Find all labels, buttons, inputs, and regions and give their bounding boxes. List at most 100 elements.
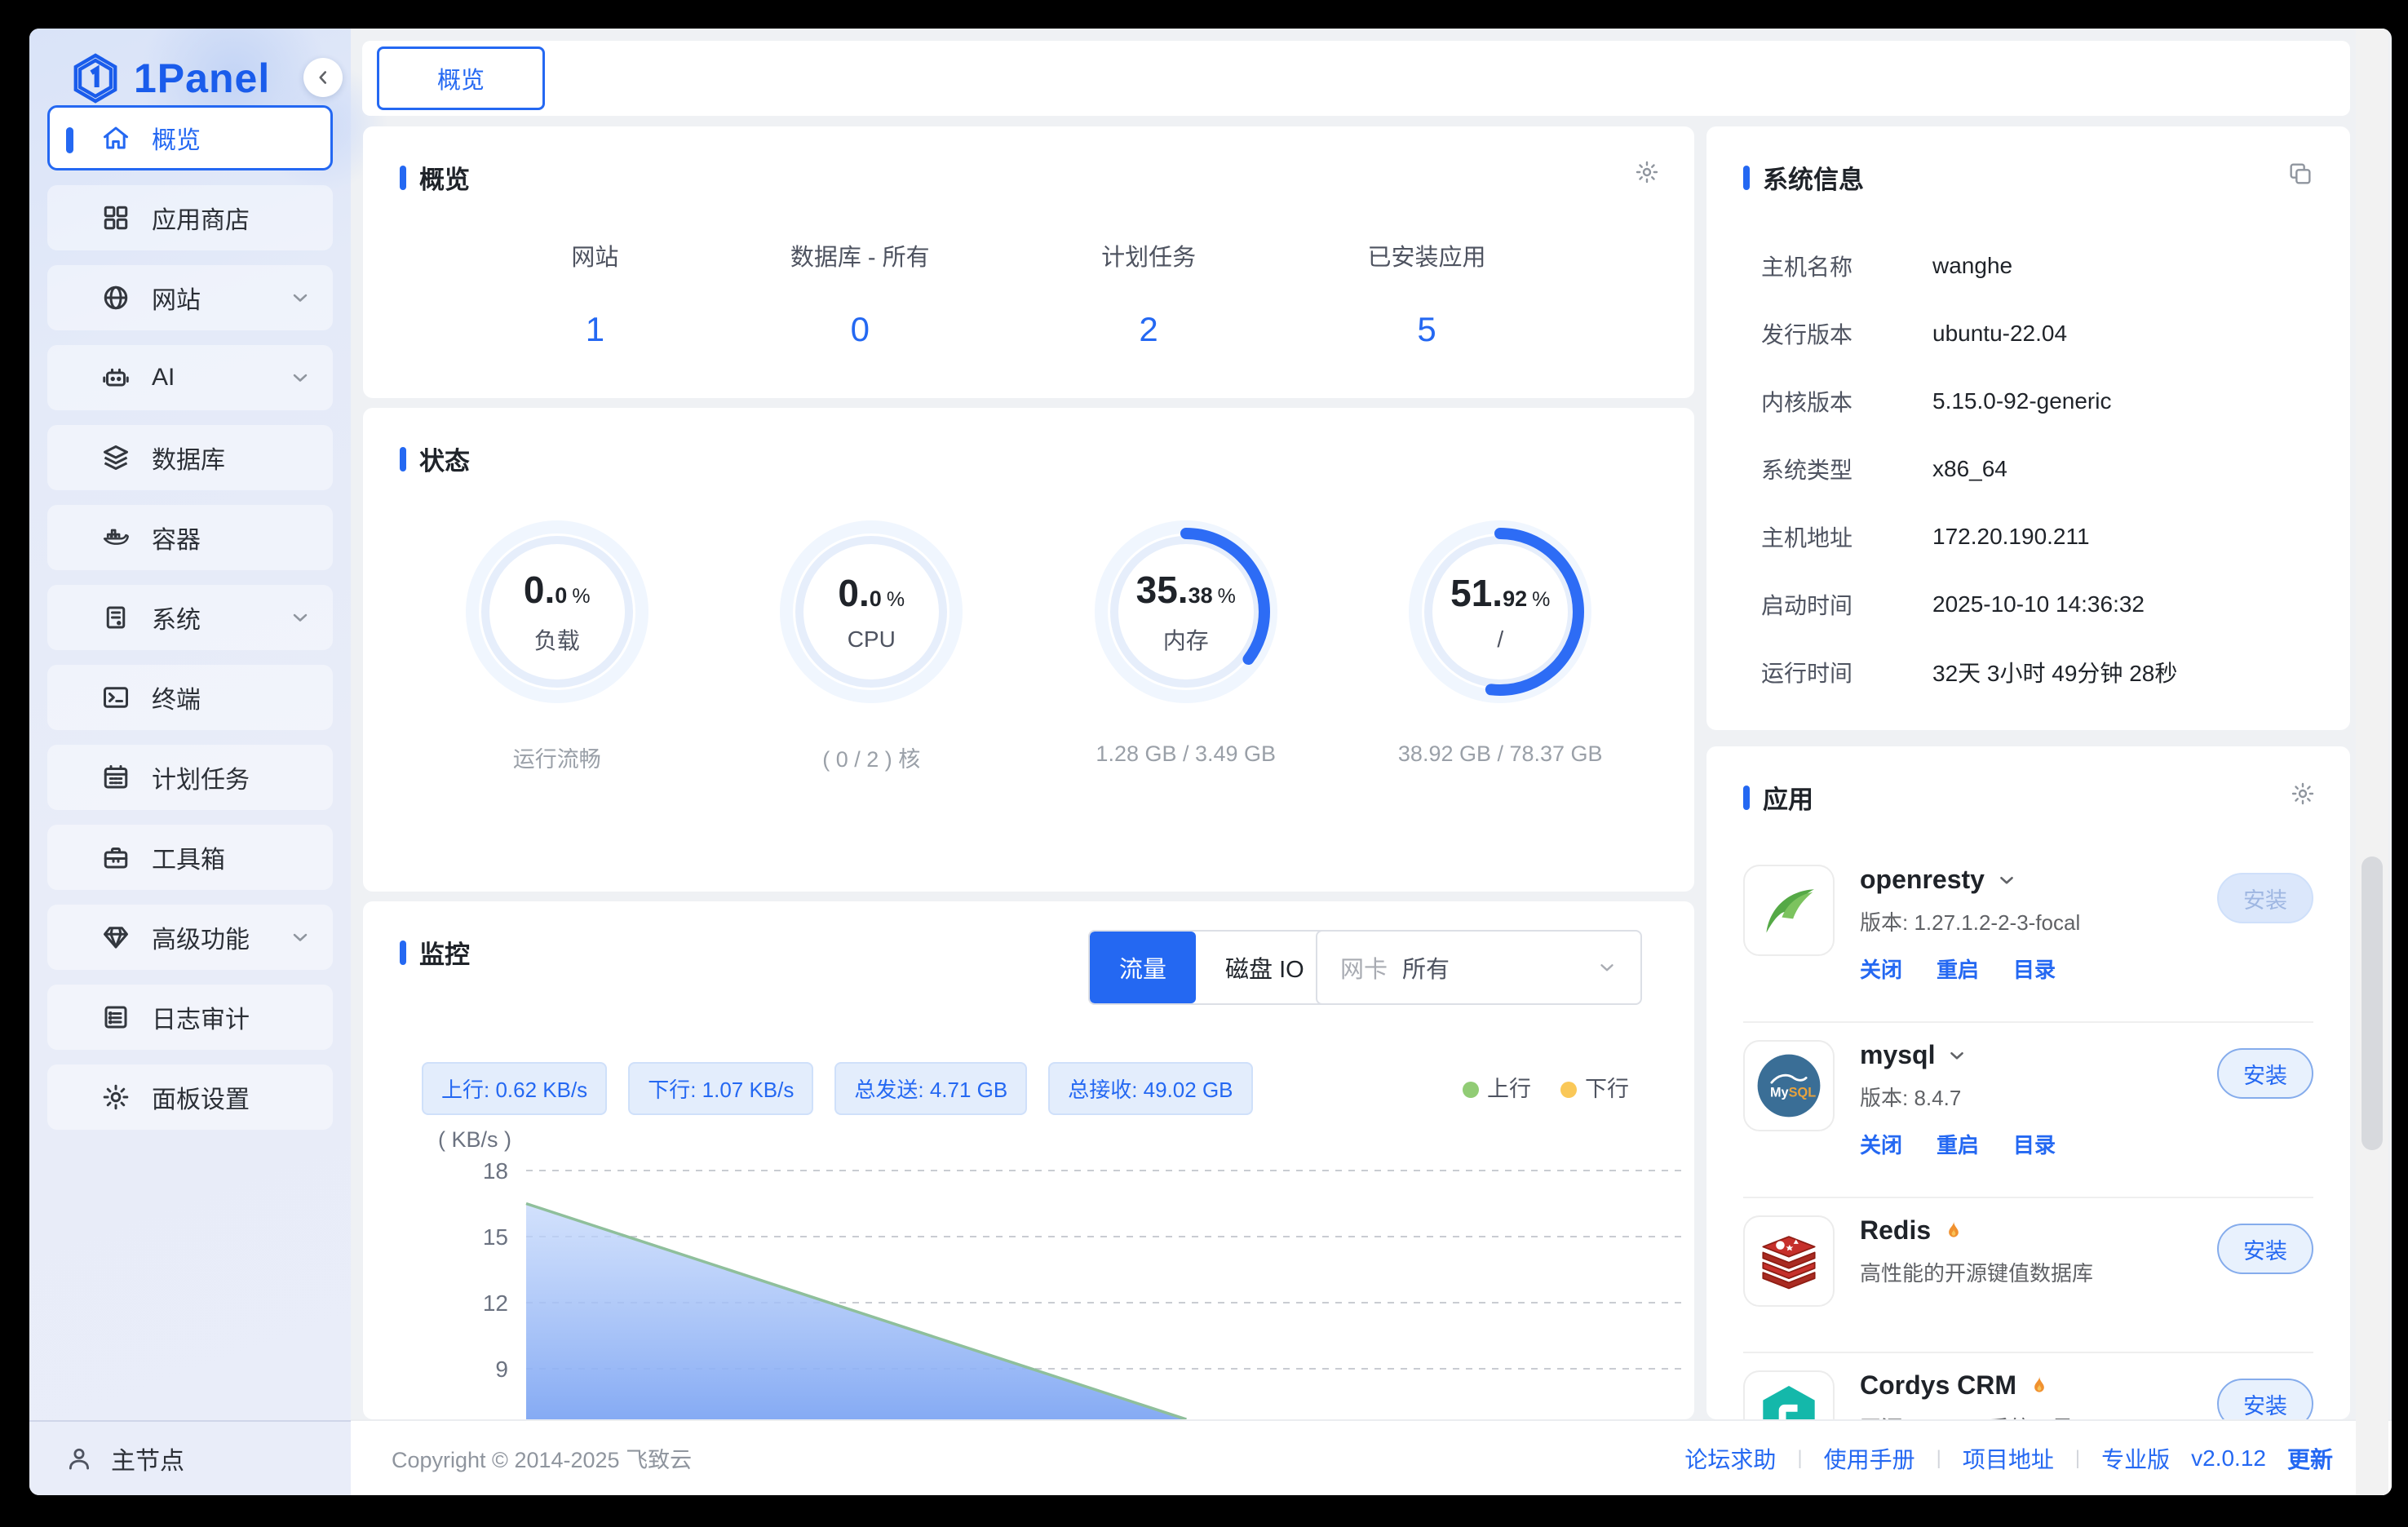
divider	[1743, 1197, 2313, 1198]
app-name[interactable]: Cordys CRM	[1860, 1370, 2202, 1401]
stat-websites: 网站 1	[571, 238, 618, 349]
stat-value-link[interactable]: 2	[1101, 310, 1196, 349]
legend-upstream[interactable]: 上行	[1463, 1071, 1531, 1103]
pro-edition-link[interactable]: 专业版	[2101, 1442, 2170, 1475]
cordys-crm-logo	[1743, 1370, 1835, 1419]
title-accent-bar	[1743, 786, 1750, 810]
page-scrollbar[interactable]	[2356, 29, 2388, 1495]
svg-text:18: 18	[483, 1162, 508, 1184]
gauge-label: /	[1497, 626, 1503, 653]
sidebar-item-container[interactable]: 容器	[47, 505, 333, 570]
divider: |	[1797, 1447, 1802, 1470]
apps-settings-button[interactable]	[2290, 781, 2316, 807]
sidebar-item-terminal[interactable]: 终端	[47, 665, 333, 730]
gauge-caption: ( 0 / 2 ) 核	[822, 741, 920, 773]
gauges-row: 0.0% 负载 运行流畅 0.0% CPU	[400, 518, 1658, 773]
logo-text: 1Panel	[134, 55, 270, 102]
sidebar-item-system[interactable]: 系统	[47, 585, 333, 650]
sidebar-item-ai[interactable]: AI	[47, 345, 333, 410]
app-description: 开源 AI CRM 系统，是 Salesforce CRM 的开源替代	[1860, 1414, 2186, 1419]
sidebar-item-logs[interactable]: 日志审计	[47, 985, 333, 1050]
title-accent-bar	[400, 941, 406, 965]
gauge-caption: 1.28 GB / 3.49 GB	[1096, 741, 1276, 767]
tab-traffic[interactable]: 流量	[1090, 932, 1196, 1003]
traffic-area-chart: 1815129	[428, 1162, 1694, 1419]
sidebar-item-overview[interactable]: 概览	[47, 105, 333, 170]
overview-settings-button[interactable]	[1634, 159, 1660, 185]
sidebar-item-toolbox[interactable]: 工具箱	[47, 825, 333, 890]
sidebar-item-advanced[interactable]: 高级功能	[47, 905, 333, 970]
chart-legend: 上行 下行	[1463, 1071, 1629, 1103]
app-stop-link[interactable]: 关闭	[1860, 954, 1902, 984]
sidebar-item-website[interactable]: 网站	[47, 265, 333, 330]
user-manual-link[interactable]: 使用手册	[1824, 1442, 1915, 1475]
app-name[interactable]: Redis	[1860, 1215, 2202, 1246]
forum-help-link[interactable]: 论坛求助	[1684, 1442, 1776, 1475]
sidebar-item-app-store[interactable]: 应用商店	[47, 185, 333, 250]
app-stop-link[interactable]: 关闭	[1860, 1129, 1902, 1159]
info-row-distro: 发行版本ubuntu-22.04	[1743, 299, 2313, 367]
app-name[interactable]: openresty	[1860, 865, 2202, 895]
sidebar-item-cron[interactable]: 计划任务	[47, 745, 333, 810]
chevron-left-icon	[312, 67, 334, 88]
legend-downstream[interactable]: 下行	[1560, 1071, 1629, 1103]
sidebar-item-label: 计划任务	[152, 759, 250, 795]
sidebar-item-settings[interactable]: 面板设置	[47, 1064, 333, 1130]
divider	[1743, 1021, 2313, 1023]
stat-value-link[interactable]: 0	[790, 310, 930, 349]
robot-icon	[101, 363, 131, 392]
legend-dot	[1463, 1082, 1479, 1098]
app-name[interactable]: mysql	[1860, 1040, 2202, 1070]
tab-disk-io[interactable]: 磁盘 IO	[1196, 932, 1334, 1003]
copy-button[interactable]	[2287, 161, 2313, 187]
divider: |	[1937, 1447, 1941, 1470]
app-directory-link[interactable]: 目录	[2013, 954, 2056, 984]
gauge-caption: 38.92 GB / 78.37 GB	[1398, 741, 1603, 767]
sidebar-item-database[interactable]: 数据库	[47, 425, 333, 490]
server-icon	[101, 603, 131, 632]
scrollbar-thumb[interactable]	[2362, 856, 2383, 1150]
update-link[interactable]: 更新	[2287, 1442, 2333, 1475]
overview-stats: 网站 1 数据库 - 所有 0 计划任务 2 已安装应用 5	[400, 238, 1658, 349]
gear-icon	[1634, 159, 1660, 185]
stat-value-link[interactable]: 1	[571, 310, 618, 349]
redis-logo	[1743, 1215, 1835, 1307]
install-button[interactable]: 安装	[2217, 1224, 2313, 1274]
install-button[interactable]: 安装	[2217, 873, 2313, 923]
title-accent-bar	[400, 447, 406, 471]
system-info-rows: 主机名称wanghe 发行版本ubuntu-22.04 内核版本5.15.0-9…	[1743, 232, 2313, 706]
legend-dot	[1560, 1082, 1577, 1098]
master-node-selector[interactable]: 主节点	[29, 1420, 351, 1495]
install-button[interactable]: 安装	[2217, 1379, 2313, 1419]
log-list-icon	[101, 1003, 131, 1032]
logo[interactable]: 1Panel	[69, 51, 270, 105]
sidebar-collapse-button[interactable]	[303, 58, 343, 97]
app-actions: 关闭 重启 目录	[1860, 954, 2202, 984]
openresty-logo	[1743, 865, 1835, 956]
header-bar: 概览	[362, 41, 2350, 116]
title-accent-bar	[1743, 166, 1750, 190]
tab-label: 概览	[437, 61, 485, 95]
sidebar-item-label: 日志审计	[152, 999, 250, 1035]
tab-overview[interactable]: 概览	[377, 46, 545, 110]
gear-icon	[101, 1082, 131, 1112]
chevron-down-icon	[289, 606, 312, 629]
version-text: v2.0.12	[2191, 1445, 2266, 1472]
network-card-select[interactable]: 网卡 所有	[1316, 930, 1642, 1005]
sidebar-item-label: 面板设置	[152, 1079, 250, 1115]
gauge-caption: 运行流畅	[513, 741, 601, 773]
svg-text:15: 15	[483, 1224, 508, 1250]
app-restart-link[interactable]: 重启	[1937, 954, 1979, 984]
stat-value-link[interactable]: 5	[1368, 310, 1486, 349]
app-directory-link[interactable]: 目录	[2013, 1129, 2056, 1159]
project-address-link[interactable]: 项目地址	[1963, 1442, 2054, 1475]
install-button[interactable]: 安装	[2217, 1048, 2313, 1099]
chevron-down-icon	[289, 366, 312, 389]
footer-links: 论坛求助 | 使用手册 | 项目地址 | 专业版 v2.0.12 更新	[1684, 1442, 2333, 1475]
node-label: 主节点	[111, 1441, 184, 1476]
gauge-label: CPU	[848, 626, 896, 653]
sidebar-menu: 概览 应用商店 网站 AI 数据库 容器	[47, 105, 333, 1144]
app-restart-link[interactable]: 重启	[1937, 1129, 1979, 1159]
gauge-label: 内存	[1163, 623, 1209, 656]
divider: |	[2075, 1447, 2080, 1470]
